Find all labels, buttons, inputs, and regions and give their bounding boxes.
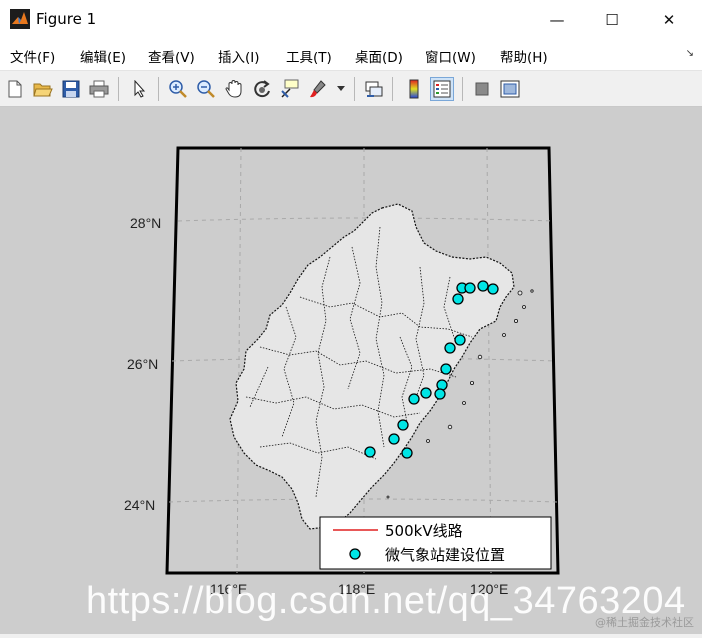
brush-dropdown-button[interactable] bbox=[334, 77, 348, 101]
colorbar-button[interactable] bbox=[402, 77, 426, 101]
zoom-out-button[interactable] bbox=[194, 77, 218, 101]
figure-canvas[interactable]: 28°N 26°N 24°N 116°E 118°E 120°E 500kV线路… bbox=[0, 107, 702, 634]
station-marker bbox=[434, 388, 446, 400]
station-marker bbox=[436, 379, 448, 391]
data-cursor-icon bbox=[281, 79, 299, 98]
menu-insert[interactable]: 插入(I) bbox=[218, 46, 260, 66]
menu-help[interactable]: 帮助(H) bbox=[500, 46, 548, 66]
close-button[interactable]: ✕ bbox=[642, 0, 696, 40]
close-icon: ✕ bbox=[662, 11, 676, 29]
legend-marker-label: 微气象站建设位置 bbox=[385, 546, 505, 564]
zoom-in-icon bbox=[169, 80, 187, 98]
window-title: Figure 1 bbox=[36, 10, 97, 28]
print-button[interactable] bbox=[87, 77, 111, 101]
lat-label-28: 28°N bbox=[130, 215, 161, 231]
station-marker bbox=[388, 433, 400, 445]
station-marker bbox=[420, 387, 432, 399]
menu-window[interactable]: 窗口(W) bbox=[425, 46, 476, 66]
hide-plot-tools-icon bbox=[475, 82, 489, 96]
station-marker bbox=[401, 447, 413, 459]
station-marker bbox=[440, 363, 452, 375]
chevron-down-icon bbox=[337, 86, 345, 91]
menu-bar: 文件(F) 编辑(E) 查看(V) 插入(I) 工具(T) 桌面(D) 窗口(W… bbox=[0, 40, 702, 71]
toolbar-separator bbox=[158, 77, 159, 101]
pan-hand-icon bbox=[225, 79, 242, 98]
minimize-button[interactable]: — bbox=[530, 0, 584, 40]
station-marker bbox=[444, 342, 456, 354]
matlab-icon bbox=[10, 9, 30, 29]
legend[interactable]: 500kV线路 微气象站建设位置 bbox=[319, 516, 552, 570]
brush-icon bbox=[310, 80, 326, 98]
maximize-icon: ☐ bbox=[605, 11, 619, 29]
hide-plot-tools-button[interactable] bbox=[470, 77, 494, 101]
dock-arrow-icon[interactable]: ↘ bbox=[686, 48, 694, 59]
data-cursor-button[interactable] bbox=[278, 77, 302, 101]
toolbar-separator bbox=[462, 77, 463, 101]
legend-line-label: 500kV线路 bbox=[385, 522, 463, 540]
show-plot-tools-icon bbox=[500, 80, 520, 98]
station-marker bbox=[397, 419, 409, 431]
legend-button[interactable] bbox=[430, 77, 454, 101]
station-marker bbox=[477, 280, 489, 292]
zoom-in-button[interactable] bbox=[166, 77, 190, 101]
watermark-corner: @稀土掘金技术社区 bbox=[595, 616, 694, 629]
station-marker bbox=[364, 446, 376, 458]
lat-label-24: 24°N bbox=[124, 497, 155, 513]
open-file-button[interactable] bbox=[31, 77, 55, 101]
open-file-icon bbox=[33, 83, 53, 97]
minimize-icon: — bbox=[549, 11, 565, 29]
title-bar: Figure 1 — ☐ ✕ bbox=[0, 0, 702, 40]
map-axes[interactable]: 28°N 26°N 24°N 116°E 118°E 120°E 500kV线路… bbox=[0, 107, 702, 634]
save-button[interactable] bbox=[59, 77, 83, 101]
legend-icon bbox=[433, 80, 451, 98]
station-marker bbox=[454, 334, 466, 346]
pointer-icon bbox=[134, 80, 146, 98]
link-plot-icon bbox=[365, 81, 383, 97]
pointer-button[interactable] bbox=[128, 77, 152, 101]
save-icon bbox=[62, 80, 80, 98]
link-plot-button[interactable] bbox=[362, 77, 386, 101]
menu-view[interactable]: 查看(V) bbox=[148, 46, 195, 66]
print-icon bbox=[89, 80, 109, 98]
maximize-button[interactable]: ☐ bbox=[585, 0, 639, 40]
menu-tools[interactable]: 工具(T) bbox=[286, 46, 332, 66]
zoom-out-icon bbox=[197, 80, 215, 98]
pan-button[interactable] bbox=[222, 77, 246, 101]
station-marker bbox=[408, 393, 420, 405]
lat-label-26: 26°N bbox=[127, 356, 158, 372]
rotate-3d-icon bbox=[254, 80, 270, 98]
new-figure-icon bbox=[8, 80, 22, 98]
station-marker bbox=[464, 282, 476, 294]
toolbar-separator bbox=[392, 77, 393, 101]
colorbar-icon bbox=[409, 79, 419, 99]
menu-edit[interactable]: 编辑(E) bbox=[80, 46, 126, 66]
toolbar bbox=[0, 71, 702, 107]
menu-desktop[interactable]: 桌面(D) bbox=[355, 46, 403, 66]
show-plot-tools-button[interactable] bbox=[498, 77, 522, 101]
station-marker bbox=[487, 283, 499, 295]
toolbar-separator bbox=[118, 77, 119, 101]
menu-file[interactable]: 文件(F) bbox=[10, 46, 55, 66]
toolbar-separator bbox=[354, 77, 355, 101]
new-figure-button[interactable] bbox=[3, 77, 27, 101]
brush-button[interactable] bbox=[308, 77, 332, 101]
rotate-3d-button[interactable] bbox=[250, 77, 274, 101]
station-marker bbox=[452, 293, 464, 305]
legend-marker-swatch bbox=[349, 548, 361, 560]
